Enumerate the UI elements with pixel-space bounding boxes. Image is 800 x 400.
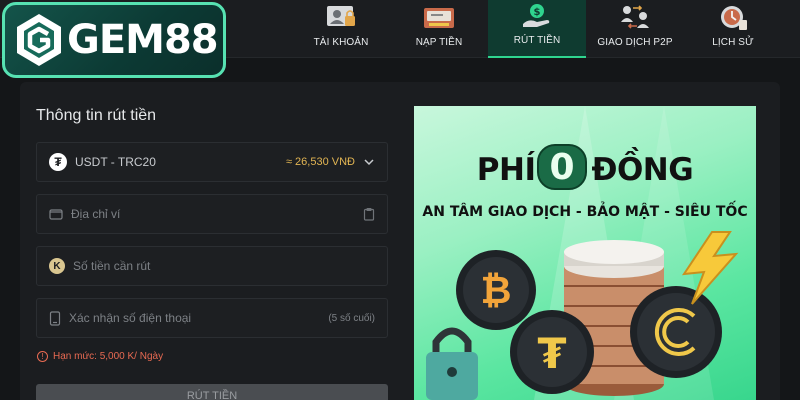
amount-placeholder: Số tiền cần rút	[73, 259, 151, 273]
banner-zero-badge: 0	[537, 144, 587, 190]
padlock-icon	[426, 327, 478, 400]
banner-title-post: ĐỒNG	[591, 152, 694, 188]
main-nav: TÀI KHOẢN NẠP TIỀN $ RÚT TIỀN GIAO DỊCH …	[292, 0, 782, 58]
history-icon	[721, 6, 747, 30]
withdraw-icon: $	[523, 4, 550, 27]
nav-label: TÀI KHOẢN	[313, 37, 369, 48]
crypto-coin-icon	[630, 286, 722, 378]
wallet-icon	[49, 209, 63, 220]
exchange-rate: ≈ 26,530 VNĐ	[285, 156, 355, 168]
k-coin-icon: K	[49, 258, 65, 274]
nav-label: NẠP TIỀN	[415, 37, 463, 48]
nav-label: LỊCH SỬ	[712, 37, 754, 48]
svg-text:₮: ₮	[537, 329, 566, 378]
limit-text: Hạn mức: 5,000 K/ Ngày	[53, 351, 164, 362]
nav-history[interactable]: LỊCH SỬ	[684, 0, 782, 58]
banner-artwork: ₿ ₮	[426, 106, 739, 400]
nav-withdraw[interactable]: $ RÚT TIỀN	[488, 0, 586, 58]
gem-logo-icon	[17, 14, 61, 66]
chevron-down-icon	[364, 159, 374, 166]
amount-field[interactable]: K Số tiền cần rút	[36, 246, 388, 286]
phone-placeholder: Xác nhận số điện thoại	[69, 311, 192, 325]
tether-coin-icon: ₮	[510, 310, 594, 394]
svg-text:$: $	[534, 7, 541, 18]
brand-name: GEM88	[67, 17, 219, 63]
phone-hint: (5 số cuối)	[328, 312, 375, 324]
info-icon: !	[37, 351, 48, 362]
withdraw-submit-button[interactable]: RÚT TIỀN	[36, 384, 388, 400]
nav-p2p[interactable]: GIAO DỊCH P2P	[586, 0, 684, 58]
nav-label: GIAO DỊCH P2P	[597, 37, 673, 48]
promo-banner[interactable]: ₿ ₮ PHÍ ĐỒNG 0 AN TÂM GIAO DỊCH - BẢO MẬT…	[414, 106, 756, 400]
bitcoin-coin-icon: ₿	[456, 250, 536, 330]
paste-icon[interactable]	[363, 207, 375, 221]
nav-account[interactable]: TÀI KHOẢN	[292, 0, 390, 58]
wallet-address-field[interactable]: Địa chỉ ví	[36, 194, 388, 234]
deposit-icon	[424, 8, 454, 28]
p2p-icon	[621, 5, 649, 29]
form-title: Thông tin rút tiền	[36, 107, 157, 124]
brand-logo[interactable]: GEM88	[2, 2, 226, 78]
withdraw-limit-notice: ! Hạn mức: 5,000 K/ Ngày	[37, 351, 163, 362]
banner-subtitle: AN TÂM GIAO DỊCH - BẢO MẬT - SIÊU TỐC	[422, 204, 748, 220]
svg-text:₿: ₿	[481, 268, 512, 312]
phone-icon	[49, 310, 61, 326]
nav-label: RÚT TIỀN	[513, 35, 561, 46]
nav-deposit[interactable]: NẠP TIỀN	[390, 0, 488, 58]
phone-confirm-field[interactable]: Xác nhận số điện thoại (5 số cuối)	[36, 298, 388, 338]
currency-select[interactable]: ₮ USDT - TRC20 ≈ 26,530 VNĐ	[36, 142, 388, 182]
account-icon	[327, 6, 355, 26]
wallet-address-placeholder: Địa chỉ ví	[71, 207, 121, 221]
usdt-icon: ₮	[49, 153, 67, 171]
currency-label: USDT - TRC20	[75, 155, 156, 169]
banner-title-pre: PHÍ	[476, 152, 536, 188]
